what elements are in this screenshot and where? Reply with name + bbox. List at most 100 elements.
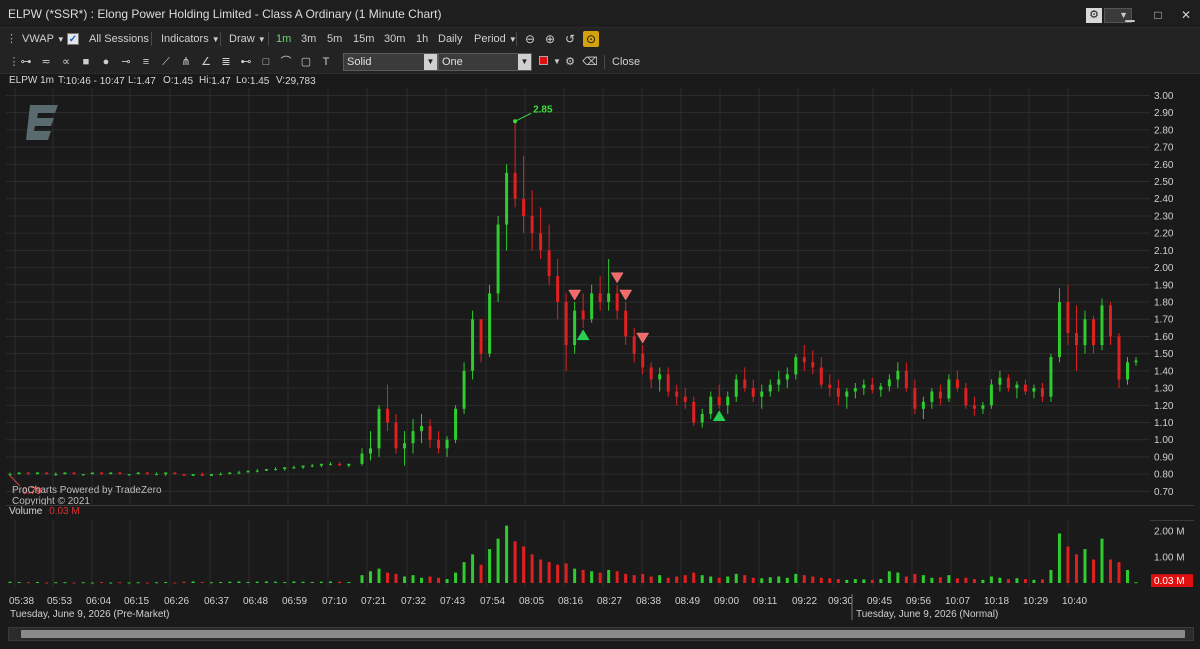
- buy-marker-icon: [712, 410, 726, 422]
- interval-1m[interactable]: 1m: [276, 28, 291, 50]
- volume-bar: [445, 579, 449, 583]
- zoom-fit-icon[interactable]: ⊙: [583, 31, 599, 47]
- parallel-lines-icon[interactable]: ≡: [138, 54, 154, 70]
- candle-body: [955, 379, 959, 389]
- candle-body: [338, 463, 342, 466]
- window-title: ELPW (*SSR*) : Elong Power Holding Limit…: [8, 7, 442, 21]
- price-chart[interactable]: 2.850.79: [6, 88, 1150, 504]
- caret-down-icon: ▼: [257, 35, 266, 44]
- interval-15m[interactable]: 15m: [353, 28, 374, 50]
- pitchfork-icon[interactable]: ⋔: [178, 54, 194, 70]
- volume-bar: [283, 581, 287, 583]
- volume-bar: [454, 572, 458, 583]
- period-dropdown[interactable]: Period ▼: [474, 28, 517, 50]
- candle-body: [632, 336, 636, 354]
- candle-body: [853, 388, 857, 392]
- time-tick-label: 09:00: [714, 596, 739, 607]
- arc-icon[interactable]: ⌒: [278, 54, 294, 70]
- vwap-checkbox[interactable]: ✓: [67, 33, 79, 45]
- zoom-out-icon[interactable]: ⊖: [522, 31, 538, 47]
- volume-bar: [63, 582, 67, 584]
- price-tick-label: 0.70: [1154, 487, 1174, 498]
- volume-bar: [989, 576, 993, 583]
- fibonacci-icon[interactable]: ≣: [218, 54, 234, 70]
- volume-bar: [998, 577, 1002, 583]
- candle-body: [228, 472, 232, 475]
- candle-body: [666, 374, 670, 392]
- text-tool-icon[interactable]: T: [318, 54, 334, 70]
- lasso-icon[interactable]: ∝: [58, 54, 74, 70]
- chevron-down-icon: ▼: [518, 54, 531, 70]
- interval-daily[interactable]: Daily: [438, 28, 462, 50]
- candle-body: [1015, 384, 1019, 389]
- minimize-icon[interactable]: ▁: [1116, 6, 1144, 24]
- time-tick-label: 07:43: [440, 596, 465, 607]
- interval-3m[interactable]: 3m: [301, 28, 316, 50]
- rounded-rect-icon[interactable]: ▢: [298, 54, 314, 70]
- volume-header: Volume 0.03 M: [6, 506, 80, 520]
- candle-body: [930, 391, 934, 402]
- ray-icon[interactable]: ⊷: [238, 54, 254, 70]
- all-sessions-button[interactable]: All Sessions: [89, 28, 149, 50]
- rectangle-icon[interactable]: □: [258, 54, 274, 70]
- volume-bar: [913, 573, 917, 583]
- candle-body: [1049, 357, 1053, 397]
- sell-marker-icon: [636, 332, 650, 344]
- volume-bar: [164, 581, 168, 583]
- chevron-down-icon: ▼: [424, 54, 437, 70]
- time-tick-label: 08:27: [597, 596, 622, 607]
- gear-icon[interactable]: ⚙: [562, 54, 578, 70]
- interval-5m[interactable]: 5m: [327, 28, 342, 50]
- interval-1h[interactable]: 1h: [416, 28, 428, 50]
- line-segment-icon[interactable]: ⊶: [18, 54, 34, 70]
- session-label-premarket: Tuesday, June 9, 2026 (Pre-Market): [10, 609, 170, 620]
- volume-bar: [496, 538, 500, 583]
- volume-bar: [802, 575, 806, 583]
- maximize-icon[interactable]: □: [1144, 6, 1172, 24]
- draw-dropdown[interactable]: Draw ▼: [229, 28, 266, 50]
- line-style-select[interactable]: Solid ▼: [343, 53, 438, 71]
- horizontal-lines-icon[interactable]: ≂: [38, 54, 54, 70]
- candle-body: [118, 472, 122, 475]
- time-axis[interactable]: 05:38 05:53 06:04 06:15 06:26 06:37 06:48 06:59…: [6, 590, 1194, 624]
- candle-body: [310, 465, 314, 467]
- line-width-select[interactable]: One ▼: [438, 53, 532, 71]
- interval-30m[interactable]: 30m: [384, 28, 405, 50]
- volume-chart[interactable]: [6, 520, 1150, 587]
- circle-fill-icon[interactable]: ●: [98, 54, 114, 70]
- zoom-in-icon[interactable]: ⊕: [542, 31, 558, 47]
- chart-toolbar: ⋮ VWAP ▼ ✓ All Sessions Indicators ▼ Dra…: [0, 28, 1200, 50]
- vwap-dropdown[interactable]: VWAP ▼: [22, 28, 65, 50]
- eraser-icon[interactable]: ⌫: [582, 54, 598, 70]
- close-icon[interactable]: ✕: [1172, 6, 1200, 24]
- candle-body: [573, 310, 577, 346]
- scrollbar-thumb[interactable]: [21, 630, 1185, 638]
- trend-line-icon[interactable]: ⟋: [158, 54, 174, 70]
- volume-bar: [853, 579, 857, 583]
- candle-body: [45, 472, 49, 475]
- divider: [516, 32, 517, 46]
- caret-down-icon: ▼: [211, 35, 220, 44]
- indicators-dropdown[interactable]: Indicators ▼: [161, 28, 220, 50]
- close-drawing-button[interactable]: Close: [612, 51, 640, 73]
- volume-bar: [264, 581, 268, 583]
- candle-body: [17, 472, 21, 475]
- reset-zoom-icon[interactable]: ↺: [562, 31, 578, 47]
- volume-bar: [100, 581, 104, 583]
- candle-body: [155, 474, 159, 476]
- candle-body: [90, 472, 94, 475]
- chart-scrollbar[interactable]: [8, 627, 1194, 641]
- volume-bar: [338, 581, 342, 583]
- time-tick-label: 08:38: [636, 596, 661, 607]
- angle-line-icon[interactable]: ∠: [198, 54, 214, 70]
- volume-bar: [836, 579, 840, 583]
- candle-body: [505, 172, 509, 225]
- rectangle-fill-icon[interactable]: ■: [78, 54, 94, 70]
- settings-gear-icon[interactable]: ⚙: [1086, 8, 1102, 23]
- candle-body: [981, 405, 985, 409]
- price-tick-label: 1.80: [1154, 298, 1174, 309]
- price-axis[interactable]: 3.00 2.90 2.80 2.70 2.60 2.50 2.40 2.30 2.20 2.10…: [1150, 88, 1194, 504]
- open-field: O: 1.45: [163, 75, 194, 87]
- volume-bar: [292, 581, 296, 583]
- horizontal-line-icon[interactable]: ⊸: [118, 54, 134, 70]
